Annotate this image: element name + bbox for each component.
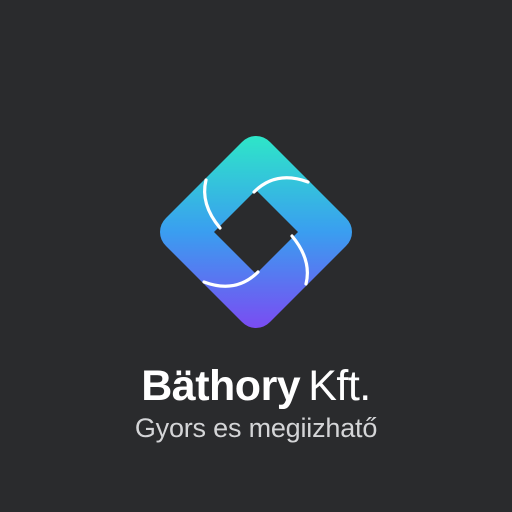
diamond-shape xyxy=(160,136,352,328)
company-name-suffix: Kft. xyxy=(308,362,371,410)
company-name: Bäthory Kft. xyxy=(0,360,512,412)
company-name-main: Bäthory xyxy=(141,362,301,410)
company-tagline: Gyors es megiizhatő xyxy=(134,413,378,443)
logo-mark xyxy=(156,132,356,332)
aperture-diamond-icon xyxy=(160,136,352,328)
